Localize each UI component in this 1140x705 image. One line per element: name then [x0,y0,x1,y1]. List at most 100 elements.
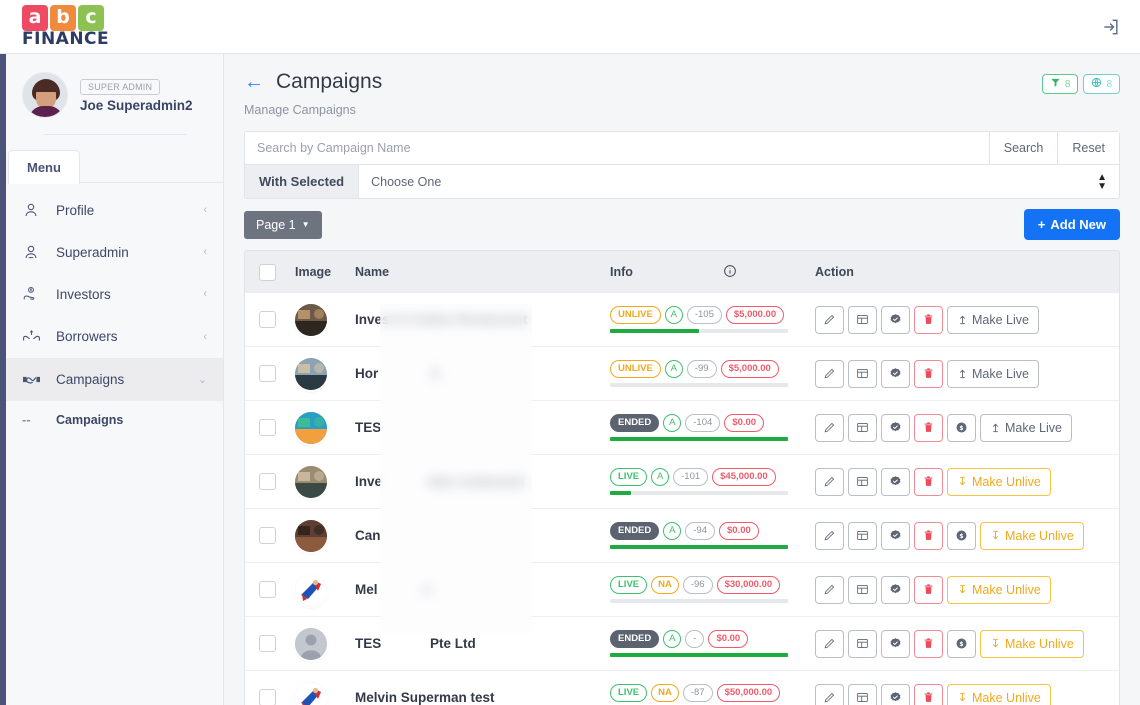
info-circle-icon[interactable] [723,264,737,281]
row-checkbox[interactable] [259,311,276,328]
row-checkbox[interactable] [259,473,276,490]
edit-button[interactable] [815,305,844,334]
delete-button[interactable] [914,521,943,550]
sidebar-item-profile[interactable]: Profile ‹ [0,189,223,231]
status-badge: LIVE [610,684,648,702]
delete-button[interactable] [914,467,943,496]
table-row[interactable]: Can ENDED A -94 $0.00 $ Make Unlive [245,509,1119,563]
delete-button[interactable] [914,683,943,705]
sidebar-item-borrowers[interactable]: Borrowers ‹ [0,315,223,358]
payout-button[interactable]: $ [947,521,976,550]
delete-button[interactable] [914,359,943,388]
toggle-live-button[interactable]: Make Unlive [980,521,1084,550]
details-table-button[interactable] [848,305,877,334]
toggle-live-button[interactable]: Make Unlive [947,683,1051,705]
table-row[interactable]: Hor d UNLIVE A -99 $5,000.00 Make Live [245,347,1119,401]
sidebar: SUPER ADMIN Joe Superadmin2 Menu Profile… [0,54,224,705]
toggle-live-button[interactable]: Make Live [947,305,1039,334]
toggle-live-label: Make Unlive [1005,528,1074,543]
table-row[interactable]: TES ENDED A -104 $0.00 $ Make Live [245,401,1119,455]
filter-badge[interactable]: 8 [1041,74,1079,94]
page-header: ← Campaigns Manage Campaigns 8 8 [244,70,1120,117]
sidebar-subitem-campaigns[interactable]: -- Campaigns [0,401,223,438]
verify-button[interactable] [881,305,910,334]
progress-track [610,653,788,657]
chevron-left-icon: ‹ [203,288,207,300]
sidebar-item-superadmin[interactable]: Superadmin ‹ [0,231,223,273]
menu-tab-filler [79,149,223,183]
payout-button[interactable]: $ [947,413,976,442]
edit-button[interactable] [815,467,844,496]
sidebar-item-campaigns[interactable]: Campaigns ⌄ [0,358,223,401]
toggle-live-button[interactable]: Make Unlive [947,467,1051,496]
details-table-button[interactable] [848,467,877,496]
select-all-checkbox[interactable] [259,263,276,281]
row-checkbox[interactable] [259,365,276,382]
verify-button[interactable] [881,413,910,442]
row-checkbox[interactable] [259,419,276,436]
toggle-live-button[interactable]: Make Live [980,413,1072,442]
row-checkbox[interactable] [259,689,276,705]
edit-button[interactable] [815,683,844,705]
page-selector-button[interactable]: Page 1 ▼ [244,210,322,239]
brand-logo[interactable]: a b c FINANCE [14,4,109,49]
edit-button[interactable] [815,575,844,604]
campaign-thumbnail [295,465,327,498]
search-input[interactable] [245,132,989,164]
tab-menu[interactable]: Menu [8,150,80,184]
globe-badge[interactable]: 8 [1083,74,1120,94]
payout-button[interactable]: $ [947,629,976,658]
campaign-thumbnail [295,357,327,390]
logout-icon[interactable] [1096,12,1126,42]
edit-button[interactable] [815,413,844,442]
back-arrow-icon[interactable]: ← [244,72,264,92]
progress-fill [610,491,632,495]
table-row[interactable]: Melvin Superman test LIVE NA -87 $50,000.00 M… [245,671,1119,705]
column-header-info-group: Info [610,264,815,281]
toggle-live-button[interactable]: Make Unlive [947,575,1051,604]
status-badge: UNLIVE [610,360,661,378]
progress-track [610,491,788,495]
delete-button[interactable] [914,575,943,604]
details-table-button[interactable] [848,413,877,442]
row-actions: Make Live [815,359,1105,388]
edit-button[interactable] [815,629,844,658]
verify-button[interactable] [881,359,910,388]
row-checkbox[interactable] [259,635,276,652]
row-name-cell: Hor d [355,366,610,381]
reset-button[interactable]: Reset [1057,132,1119,164]
delete-button[interactable] [914,629,943,658]
delete-button[interactable] [914,305,943,334]
table-row[interactable]: Mel n LIVE NA -96 $30,000.00 Make Unlive [245,563,1119,617]
delete-button[interactable] [914,413,943,442]
verify-button[interactable] [881,521,910,550]
table-row[interactable]: Invest in Indian Restaurant UNLIVE A -105 $5… [245,293,1119,347]
toggle-live-button[interactable]: Make Unlive [980,629,1084,658]
edit-button[interactable] [815,521,844,550]
row-checkbox[interactable] [259,527,276,544]
details-table-button[interactable] [848,521,877,550]
campaign-name: TES Pte Ltd [355,636,476,651]
table-row[interactable]: TES Pte Ltd ENDED A - $0.00 $ Make Unlive [245,617,1119,671]
details-table-button[interactable] [848,629,877,658]
sidebar-item-investors[interactable]: Investors ‹ [0,273,223,315]
details-table-button[interactable] [848,575,877,604]
bulk-action-select[interactable]: Choose One ▲ ▼ [359,165,1119,198]
verify-button[interactable] [881,683,910,705]
rating-badge: A [663,630,682,648]
rating-badge: NA [651,684,679,702]
row-checkbox[interactable] [259,581,276,598]
rating-badge: A [663,414,682,432]
details-table-button[interactable] [848,359,877,388]
verify-button[interactable] [881,467,910,496]
table-row[interactable]: Inve dian restaurant LIVE A -101 $45,000.00 M… [245,455,1119,509]
search-button[interactable]: Search [988,132,1058,164]
add-new-button[interactable]: + Add New [1023,209,1120,240]
verify-button[interactable] [881,629,910,658]
details-table-button[interactable] [848,683,877,705]
profile-name: Joe Superadmin2 [80,98,193,113]
edit-button[interactable] [815,359,844,388]
row-select-cell [259,419,295,436]
verify-button[interactable] [881,575,910,604]
toggle-live-button[interactable]: Make Live [947,359,1039,388]
